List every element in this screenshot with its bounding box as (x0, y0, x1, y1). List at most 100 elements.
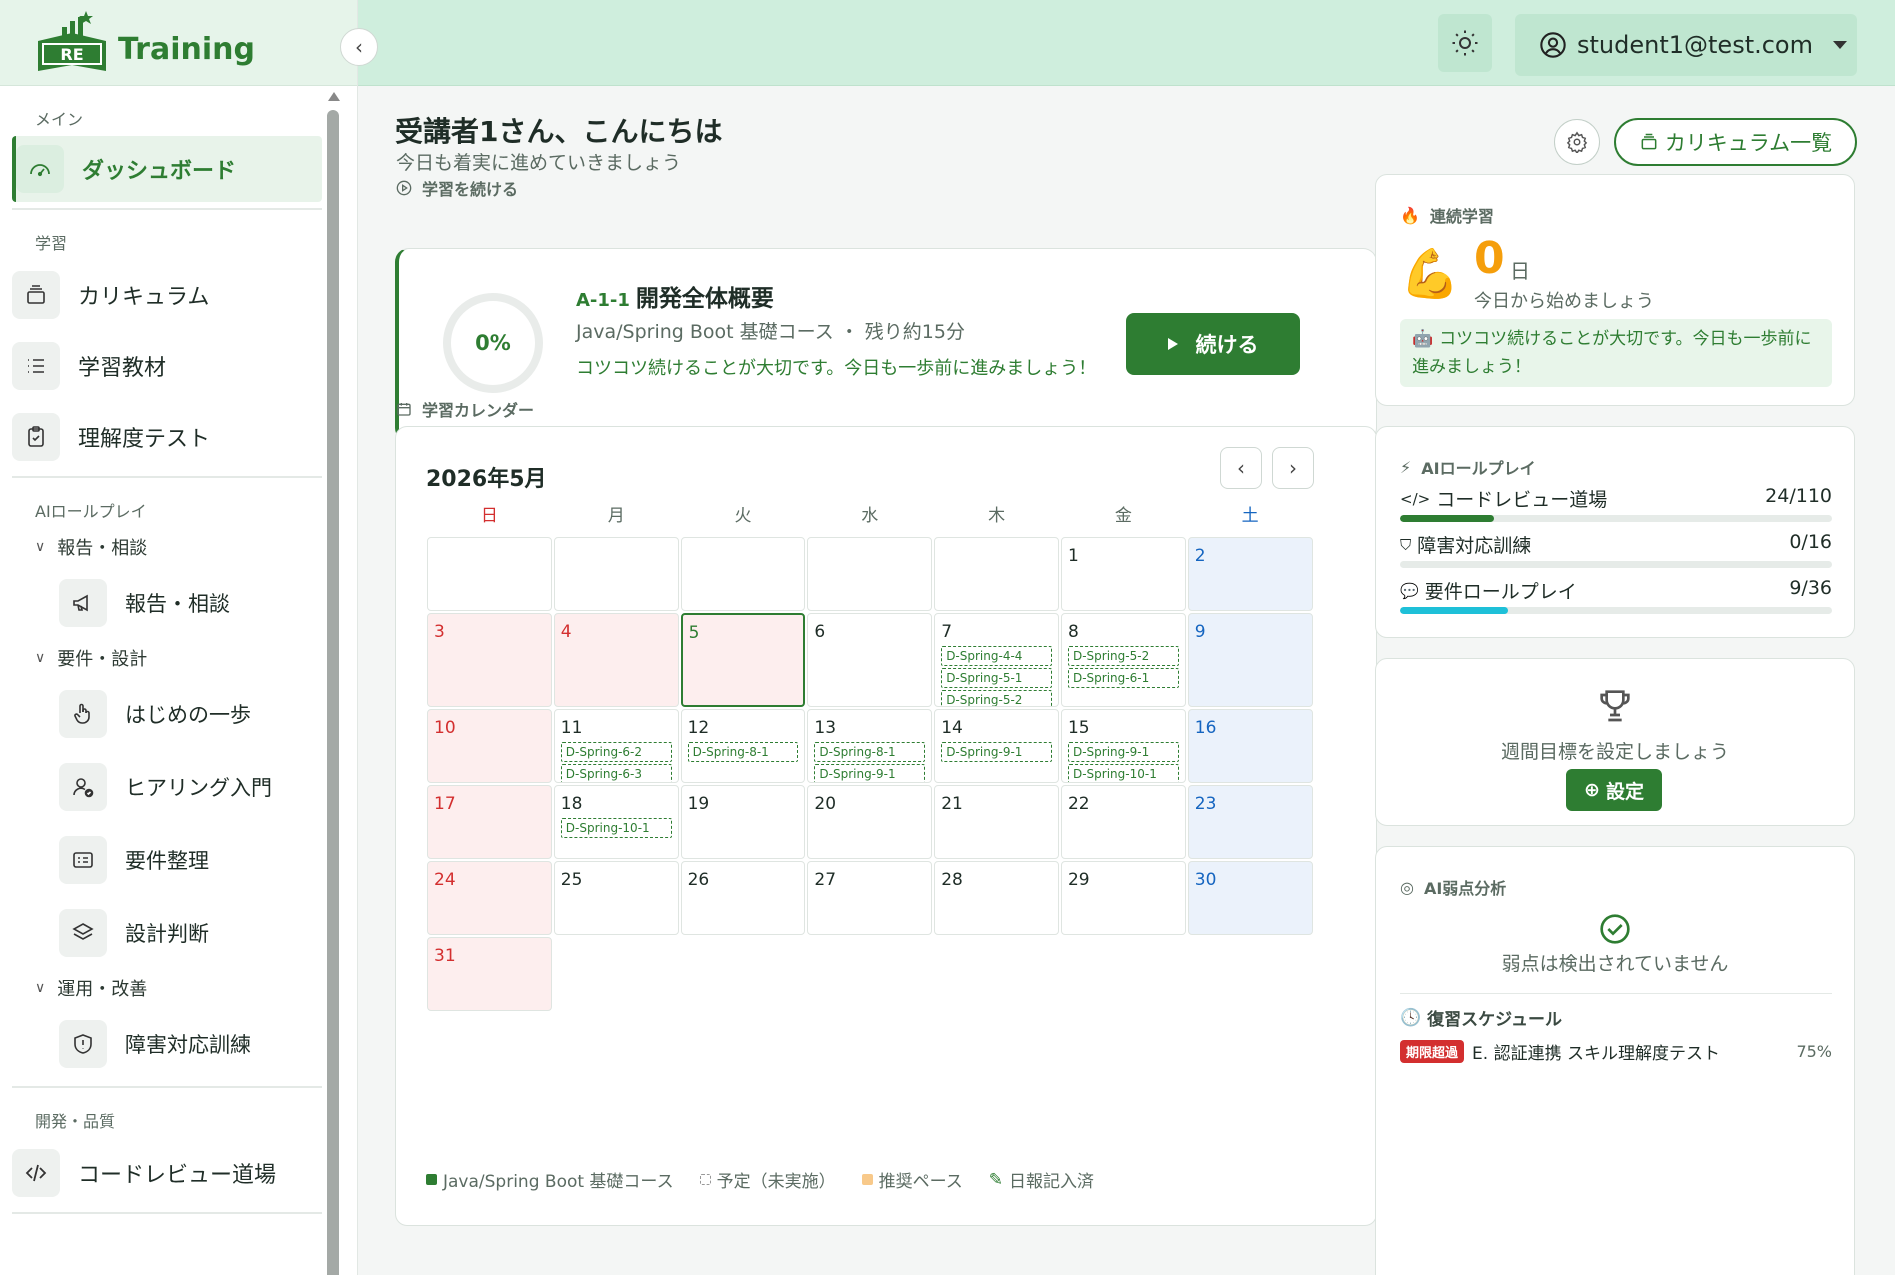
lesson-tag[interactable]: D-Spring-4-4 (941, 646, 1052, 666)
settings-button[interactable] (1554, 119, 1600, 165)
chevron-left-icon: ‹ (355, 35, 363, 59)
calendar-day-cell[interactable]: 27 (807, 861, 933, 935)
calendar-day-cell[interactable]: 8 D-Spring-5-2 D-Spring-6-1 (1060, 613, 1186, 707)
day-number: 13 (814, 718, 837, 738)
calendar-day-cell[interactable]: 4 (553, 613, 679, 707)
calendar-day-cell[interactable]: 20 (807, 785, 933, 859)
calendar-day-cell[interactable]: 28 (934, 861, 1059, 935)
lesson-code: A-1-1 (576, 290, 630, 311)
roleplay-progress-row[interactable]: </> コードレビュー道場 24/110 (1400, 485, 1832, 522)
lesson-tag[interactable]: D-Spring-6-1 (1067, 668, 1179, 688)
calendar-day-cell[interactable]: 30 (1187, 861, 1313, 935)
lesson-tag[interactable]: D-Spring-5-2 (941, 690, 1052, 706)
user-menu-button[interactable]: student1@test.com (1515, 14, 1857, 76)
lesson-tag[interactable]: D-Spring-10-1 (1067, 764, 1179, 782)
divider (12, 1212, 322, 1214)
clipboard-check-icon (12, 413, 60, 461)
calendar-day-cell[interactable]: 9 (1187, 613, 1313, 707)
calendar-day-cell[interactable]: 10 (427, 709, 552, 783)
lesson-tag[interactable]: D-Spring-5-1 (941, 668, 1052, 688)
calendar-day-cell[interactable]: 7 D-Spring-4-4 D-Spring-5-1 D-Spring-5-2 (934, 613, 1059, 707)
sidebar-item-curriculum[interactable]: カリキュラム (12, 262, 322, 328)
lesson-tag[interactable]: D-Spring-10-1 (560, 818, 672, 838)
calendar-day-cell[interactable]: 17 (427, 785, 552, 859)
calendar-day-cell[interactable]: 15 D-Spring-9-1 D-Spring-10-1 (1060, 709, 1186, 783)
sidebar-subitem-report[interactable]: 報告・相談 (59, 566, 340, 639)
group-toggle-requirements[interactable]: ∨ 要件・設計 (0, 639, 340, 677)
sidebar: RE Training メイン ダッシュボード 学習 カリキュラム 学習教材 理… (0, 0, 358, 1275)
chat-bubble-icon: 💬 (1400, 581, 1419, 600)
continue-learning-card[interactable]: 0% A-1-1 開発全体概要 Java/Spring Boot 基礎コース ・ … (395, 248, 1377, 442)
calendar-day-cell[interactable]: 22 (1060, 785, 1186, 859)
shield-icon: ⛉ (1400, 535, 1412, 554)
curriculum-list-button[interactable]: カリキュラム一覧 (1614, 118, 1857, 166)
lesson-tag[interactable]: D-Spring-8-1 (687, 742, 799, 762)
lesson-tag[interactable]: D-Spring-9-1 (1067, 742, 1179, 762)
calendar-prev-button[interactable]: ‹ (1220, 447, 1262, 489)
calendar-day-cell[interactable]: 23 (1187, 785, 1313, 859)
calendar-day-cell[interactable]: 1 (1060, 537, 1186, 611)
day-number: 15 (1067, 718, 1090, 738)
sidebar-subitem-hearing[interactable]: ヒアリング入門 (59, 750, 340, 823)
lesson-name: 開発全体概要 (635, 286, 774, 312)
plus-circle-icon: ⊕ (1584, 779, 1600, 801)
continue-button[interactable]: 続ける (1126, 313, 1300, 375)
sidebar-item-quiz[interactable]: 理解度テスト (12, 404, 322, 470)
calendar-day-cell[interactable]: 3 (427, 613, 552, 707)
section-label-learning: 学習 (35, 234, 68, 253)
calendar-day-cell[interactable]: 21 (934, 785, 1059, 859)
sidebar-item-materials[interactable]: 学習教材 (12, 333, 322, 399)
calendar-day-cell[interactable]: 19 (680, 785, 806, 859)
day-number: 4 (560, 622, 572, 642)
calendar-empty-cell (807, 537, 933, 611)
set-goal-button[interactable]: ⊕ 設定 (1566, 769, 1662, 811)
calendar-day-cell[interactable]: 26 (680, 861, 806, 935)
brand[interactable]: RE Training (0, 0, 357, 86)
check-circle-icon (1376, 913, 1854, 950)
sidebar-subitem-req-organize[interactable]: 要件整理 (59, 823, 340, 896)
group-toggle-report[interactable]: ∨ 報告・相談 (0, 528, 340, 566)
calendar-day-cell[interactable]: 18 D-Spring-10-1 (553, 785, 679, 859)
sidebar-collapse-button[interactable]: ‹ (340, 28, 378, 66)
lesson-tag[interactable]: D-Spring-5-2 (1067, 646, 1179, 666)
calendar-day-cell[interactable]: 6 (807, 613, 933, 707)
day-number: 5 (688, 623, 700, 643)
calendar-next-button[interactable]: › (1272, 447, 1314, 489)
sidebar-item-code-review[interactable]: コードレビュー道場 (12, 1140, 322, 1206)
day-number: 1 (1067, 546, 1079, 566)
lesson-tag[interactable]: D-Spring-8-1 (814, 742, 926, 762)
sidebar-subitem-design-judgement[interactable]: 設計判断 (59, 896, 340, 969)
calendar-day-cell[interactable]: 24 (427, 861, 552, 935)
calendar-day-cell[interactable]: 25 (553, 861, 679, 935)
calendar-week: 24 25 26 27 28 29 30 (426, 861, 1314, 937)
calendar-day-cell[interactable]: 2 (1187, 537, 1313, 611)
calendar-day-cell[interactable]: 16 (1187, 709, 1313, 783)
roleplay-name: 障害対応訓練 (1417, 535, 1532, 557)
lesson-tag[interactable]: D-Spring-6-2 (560, 742, 672, 762)
roleplay-progress-row[interactable]: ⛉ 障害対応訓練 0/16 (1400, 531, 1832, 568)
theme-toggle-button[interactable] (1438, 14, 1492, 72)
calendar-week: 12 (426, 537, 1314, 613)
calendar-day-cell[interactable]: 13 D-Spring-8-1 D-Spring-9-1 (807, 709, 933, 783)
calendar-day-cell[interactable]: 29 (1060, 861, 1186, 935)
roleplay-progress-row[interactable]: 💬 要件ロールプレイ 9/36 (1400, 577, 1832, 614)
group-toggle-operations[interactable]: ∨ 運用・改善 (0, 969, 340, 1007)
sidebar-subitem-incident[interactable]: 障害対応訓練 (59, 1007, 340, 1080)
review-item[interactable]: 期限超過 E. 認証連携 スキル理解度テスト 75% (1400, 1039, 1832, 1064)
calendar-day-cell[interactable]: 31 (427, 937, 552, 1011)
trophy-icon (1376, 685, 1854, 730)
calendar-day-cell[interactable]: 11 D-Spring-6-2 D-Spring-6-3 (553, 709, 679, 783)
sidebar-scrollbar[interactable] (326, 86, 340, 1275)
sidebar-subitem-first-step[interactable]: はじめの一歩 (59, 677, 340, 750)
lesson-tag[interactable]: D-Spring-6-3 (560, 764, 672, 782)
roleplay-name: 要件ロールプレイ (1424, 581, 1577, 603)
lesson-tag[interactable]: D-Spring-9-1 (941, 742, 1052, 762)
lesson-tag[interactable]: D-Spring-9-1 (814, 764, 926, 782)
calendar-day-cell[interactable]: 5 (680, 613, 806, 707)
scroll-up-icon[interactable] (328, 92, 340, 101)
weekly-goal-card: 週間目標を設定しましょう ⊕ 設定 (1375, 658, 1855, 826)
sidebar-item-dashboard[interactable]: ダッシュボード (12, 136, 322, 202)
calendar-day-cell[interactable]: 14 D-Spring-9-1 (934, 709, 1059, 783)
calendar-day-cell[interactable]: 12 D-Spring-8-1 (680, 709, 806, 783)
scrollbar-thumb[interactable] (327, 110, 339, 1275)
